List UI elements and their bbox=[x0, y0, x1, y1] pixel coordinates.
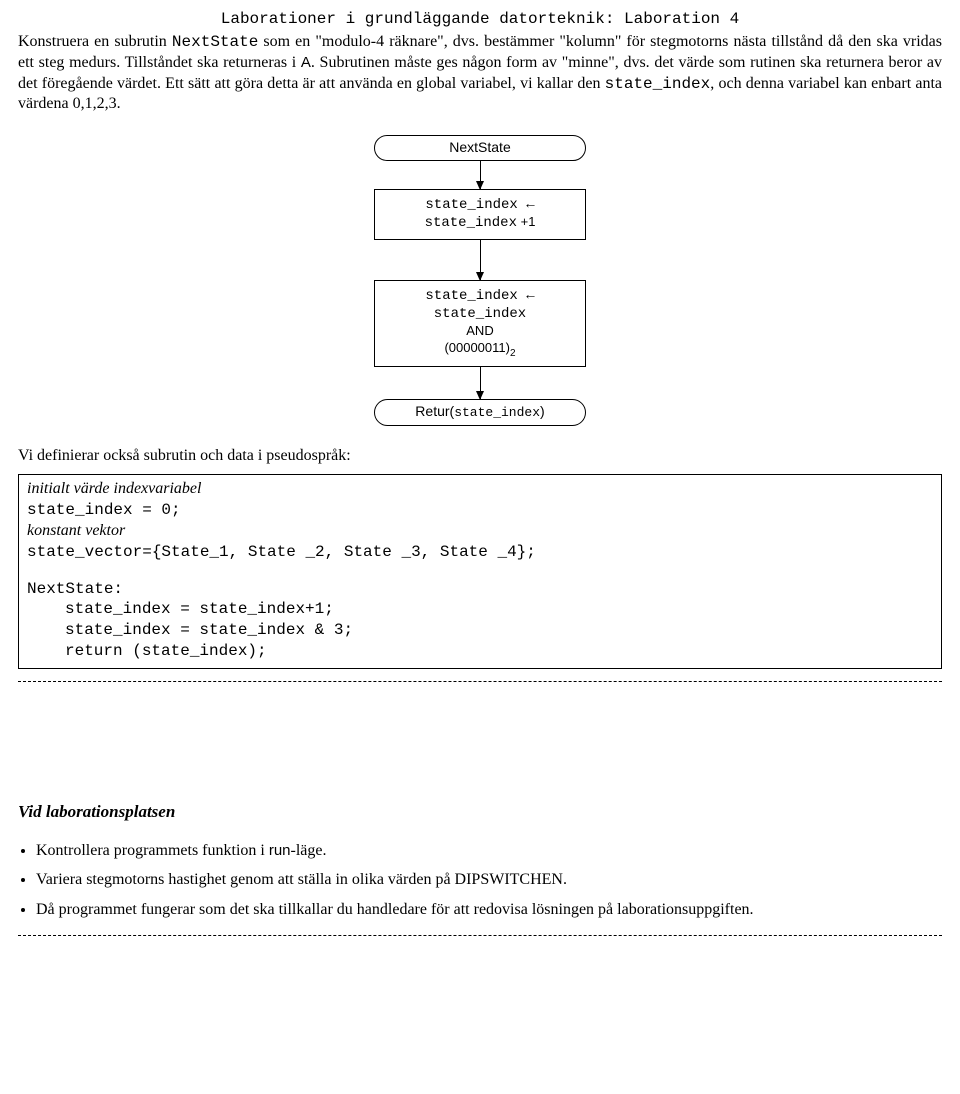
process-text: AND bbox=[466, 323, 493, 338]
process-text: state_index bbox=[434, 306, 526, 322]
process-text: state_index ← bbox=[425, 197, 534, 213]
intro-paragraph: Konstruera en subrutin NextState som en … bbox=[18, 32, 942, 115]
code-comment: konstant vektor bbox=[27, 521, 933, 542]
code-line: state_index = state_index+1; bbox=[27, 599, 933, 620]
code-inline: state_index bbox=[605, 75, 711, 93]
flowchart-start-label: NextState bbox=[449, 139, 510, 155]
return-label: ) bbox=[540, 403, 545, 419]
process-text: +1 bbox=[517, 214, 535, 229]
list-item: Då programmet fungerar som det ska tillk… bbox=[36, 899, 942, 921]
subscript: 2 bbox=[510, 348, 516, 359]
register-name: A bbox=[301, 54, 311, 71]
dashed-separator bbox=[18, 935, 942, 936]
intro-text: Konstruera en subrutin bbox=[18, 33, 172, 50]
process-text: state_index bbox=[425, 215, 517, 231]
code-line: state_vector={State_1, State _2, State _… bbox=[27, 542, 933, 563]
flowchart-end: Retur(state_index) bbox=[374, 399, 586, 426]
mode-name: run bbox=[269, 842, 291, 859]
arrow-down-icon bbox=[480, 161, 481, 189]
code-inline: NextState bbox=[172, 33, 258, 51]
pseudocode-box: initialt värde indexvariabel state_index… bbox=[18, 474, 942, 668]
code-line: state_index = 0; bbox=[27, 500, 933, 521]
section-heading: Vid laborationsplatsen bbox=[18, 802, 942, 822]
page-header: Laborationer i grundläggande datorteknik… bbox=[18, 10, 942, 28]
bullet-text: Variera stegmotorns hastighet genom att … bbox=[36, 871, 567, 888]
spacer bbox=[27, 563, 933, 579]
flowchart: NextState state_index ← state_index +1 s… bbox=[18, 135, 942, 425]
mid-text: Vi definierar också subrutin och data i … bbox=[18, 446, 942, 467]
flowchart-process-2: state_index ← state_index AND (00000011)… bbox=[374, 280, 586, 367]
list-item: Kontrollera programmets funktion i run-l… bbox=[36, 840, 942, 862]
flowchart-process-1: state_index ← state_index +1 bbox=[374, 189, 586, 239]
code-line: state_index = state_index & 3; bbox=[27, 620, 933, 641]
bullet-text: -läge. bbox=[291, 842, 327, 859]
dashed-separator bbox=[18, 681, 942, 682]
bullet-text: Kontrollera programmets funktion i bbox=[36, 842, 269, 859]
arrow-down-icon bbox=[480, 367, 481, 399]
process-text: (00000011) bbox=[444, 340, 510, 355]
flowchart-start: NextState bbox=[374, 135, 586, 161]
bullet-text: Då programmet fungerar som det ska tillk… bbox=[36, 901, 754, 918]
bullet-list: Kontrollera programmets funktion i run-l… bbox=[36, 840, 942, 921]
arrow-down-icon bbox=[480, 240, 481, 280]
code-comment: initialt värde indexvariabel bbox=[27, 479, 933, 500]
process-text: state_index ← bbox=[425, 288, 534, 304]
list-item: Variera stegmotorns hastighet genom att … bbox=[36, 869, 942, 891]
return-label: Retur( bbox=[415, 403, 454, 419]
code-line: return (state_index); bbox=[27, 641, 933, 662]
code-line: NextState: bbox=[27, 579, 933, 600]
return-var: state_index bbox=[454, 405, 540, 420]
